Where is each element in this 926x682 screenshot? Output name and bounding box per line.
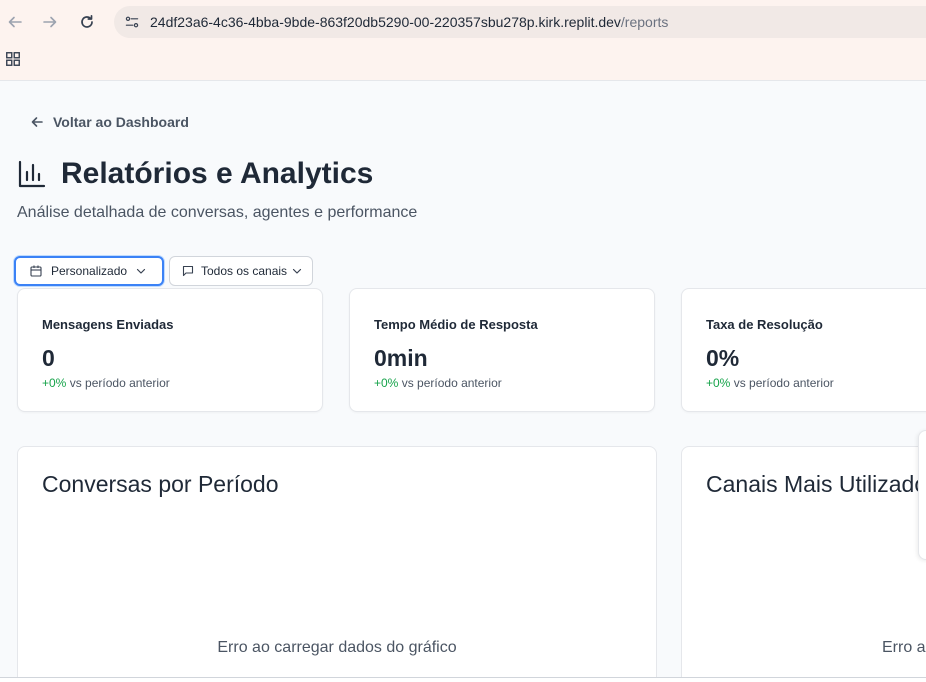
arrow-left-icon xyxy=(31,117,43,127)
stat-value: 0% xyxy=(706,345,740,371)
bar-chart-icon xyxy=(18,160,46,188)
stat-change: +0% vs período anterior xyxy=(42,376,170,390)
stat-change: +0% vs período anterior xyxy=(374,376,502,390)
page-title: Relatórios e Analytics xyxy=(61,157,374,190)
chart-title: Canais Mais Utilizado xyxy=(706,471,926,497)
popover-panel xyxy=(918,430,926,560)
stat-card-avg-response-time: Tempo Médio de Resposta 0min +0% vs perí… xyxy=(349,288,655,412)
channel-filter-value: Todos os canais xyxy=(201,264,288,278)
chart-card-channels: Canais Mais Utilizado Erro a xyxy=(681,446,926,681)
message-square-icon xyxy=(182,265,194,277)
stat-card-resolution-rate: Taxa de Resolução 0% +0% vs período ante… xyxy=(681,288,926,412)
reload-icon[interactable] xyxy=(75,10,99,34)
page-header: Relatórios e Analytics xyxy=(17,157,373,191)
chevron-down-icon xyxy=(136,268,146,274)
page-subtitle: Análise detalhada de conversas, agentes … xyxy=(17,204,418,221)
stat-change: +0% vs período anterior xyxy=(706,376,834,390)
chart-card-conversations: Conversas por Período Erro ao carregar d… xyxy=(17,446,657,681)
back-arrow-icon[interactable] xyxy=(3,10,27,34)
chart-error-message: Erro ao carregar dados do gráfico xyxy=(217,639,457,656)
stat-label: Tempo Médio de Resposta xyxy=(374,317,538,332)
back-link-label: Voltar ao Dashboard xyxy=(53,114,189,130)
calendar-icon xyxy=(30,265,42,277)
browser-toolbar: 24df23a6-4c36-4bba-9bde-863f20db5290-00-… xyxy=(0,0,926,81)
channel-filter-select[interactable]: Todos os canais xyxy=(169,256,313,286)
reports-page: Voltar ao Dashboard Relatórios e Analyti… xyxy=(0,81,926,681)
forward-arrow-icon[interactable] xyxy=(38,10,62,34)
back-to-dashboard-link[interactable]: Voltar ao Dashboard xyxy=(30,114,189,130)
stat-value: 0 xyxy=(42,345,55,371)
stat-label: Taxa de Resolução xyxy=(706,317,823,332)
apps-grid-icon[interactable] xyxy=(6,52,20,66)
chart-error-message: Erro a xyxy=(882,639,926,656)
stat-value: 0min xyxy=(374,345,428,371)
period-filter-select[interactable]: Personalizado xyxy=(14,256,164,286)
window-bottom-edge xyxy=(0,677,926,682)
address-bar[interactable]: 24df23a6-4c36-4bba-9bde-863f20db5290-00-… xyxy=(114,6,926,38)
chart-title: Conversas por Período xyxy=(42,471,279,497)
stat-label: Mensagens Enviadas xyxy=(42,317,174,332)
url-text: 24df23a6-4c36-4bba-9bde-863f20db5290-00-… xyxy=(150,14,669,30)
stat-card-messages-sent: Mensagens Enviadas 0 +0% vs período ante… xyxy=(17,288,323,412)
period-filter-value: Personalizado xyxy=(51,264,128,278)
chevron-down-icon xyxy=(292,268,302,274)
site-settings-icon[interactable] xyxy=(122,12,142,32)
